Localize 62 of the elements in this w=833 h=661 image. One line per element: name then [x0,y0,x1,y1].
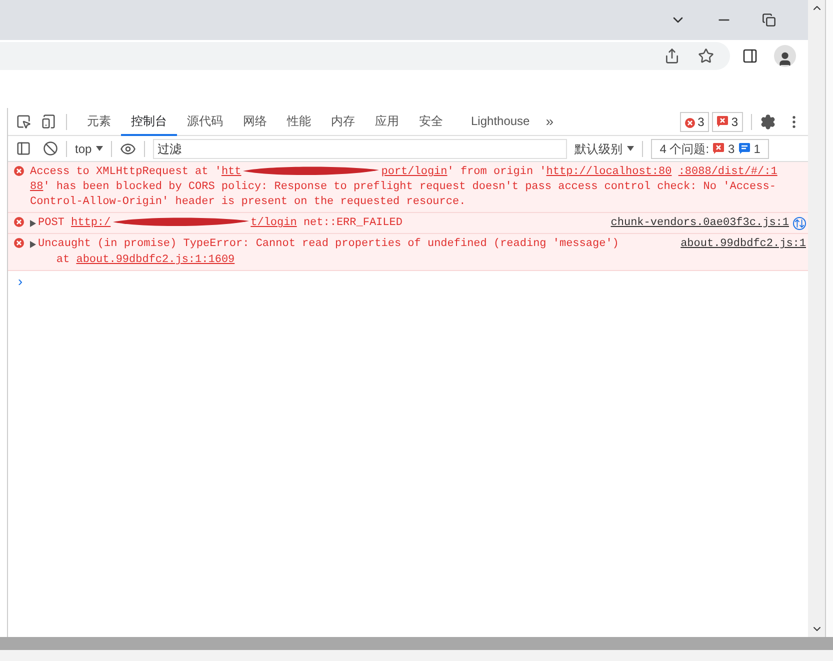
filter-field[interactable]: 过滤 [152,138,567,158]
console-prompt[interactable]: › [8,270,808,294]
issues-label: 4 个问题: [660,140,710,158]
avatar[interactable] [774,45,796,67]
link[interactable]: :8088/dist/#/:1 [678,166,778,178]
tab[interactable]: 源代码 [177,108,233,136]
settings-icon[interactable] [760,114,776,130]
link[interactable]: htt [221,166,242,178]
error-icon [14,166,24,176]
tab[interactable]: 元素 [77,108,121,136]
link[interactable]: port/login [381,166,448,178]
sidebar-toggle-icon[interactable] [16,141,31,156]
inspect-icon[interactable] [16,114,31,129]
expand-triangle-icon[interactable] [30,220,36,227]
caret-icon [96,146,103,151]
eye-icon[interactable] [120,140,136,156]
device-icon[interactable] [41,114,56,129]
horizontal-scrollbar[interactable] [0,637,833,650]
restore-icon[interactable] [762,13,776,27]
level-dropdown[interactable]: 默认级别 [574,140,634,158]
issue-count-button[interactable]: 3 [712,112,743,132]
expand-triangle-icon[interactable] [30,241,36,248]
person-icon [777,51,793,67]
message-text: 88' has been blocked by CORS policy: Response to preflight request doesn't pass access control check: No 'Access- [30,180,776,195]
link[interactable]: 88 [30,180,44,193]
error-flag-icon [717,116,728,127]
message-text: Access to XMLHttpRequest at 'htt port/login' from origin 'http://localhost:80 :8088/dist/#/:1 [30,164,778,180]
message-text: Uncaught (in promise) TypeError: Cannot read properties of undefined (reading 'message') [38,237,619,252]
network-request-icon[interactable] [793,216,806,230]
message-text: POST http:/ t/login net::ERR_FAILED [38,215,402,232]
tab[interactable]: 性能 [277,108,321,136]
error-flag-icon [713,143,724,154]
issues-info-count: 1 [754,140,760,158]
link[interactable]: about.99dbdfc2.js:1:1609 [76,254,235,266]
tab[interactable]: 网络 [233,108,277,136]
error-icon [684,118,695,128]
link[interactable]: t/login [250,217,297,230]
message-text: at about.99dbdfc2.js:1:1609 [55,252,235,268]
share-icon[interactable] [664,48,680,64]
error-icon [14,238,24,248]
error-count-button[interactable]: 3 [680,112,710,132]
link[interactable]: http:/ [71,217,111,230]
context-dropdown[interactable]: top [75,140,103,158]
tab[interactable]: 内存 [321,108,365,136]
source-link[interactable]: about.99dbdfc2.js:1 [680,236,806,253]
star-icon[interactable] [698,48,714,64]
scrollbar[interactable] [808,0,825,637]
error-icon [14,216,24,227]
tab[interactable]: 控制台 [121,108,177,136]
tab[interactable]: Lighthouse [461,108,540,136]
more-tabs-button[interactable]: » [540,111,560,132]
issues-error-count: 3 [728,140,735,158]
caret-icon [626,146,634,151]
message-text: Control-Allow-Origin' header is present on the requested resource. [30,194,466,210]
issues-button[interactable]: 4 个问题: 3 1 [650,138,770,158]
clear-icon[interactable] [43,141,58,156]
side-panel-icon[interactable] [742,48,758,64]
tab[interactable]: 安全 [409,108,453,136]
tab[interactable]: 应用 [365,108,409,136]
info-flag-icon [738,143,750,154]
source-link[interactable]: chunk-vendors.0ae03f3c.js:1 [610,214,789,232]
link[interactable]: http://localhost:80 [546,166,672,178]
